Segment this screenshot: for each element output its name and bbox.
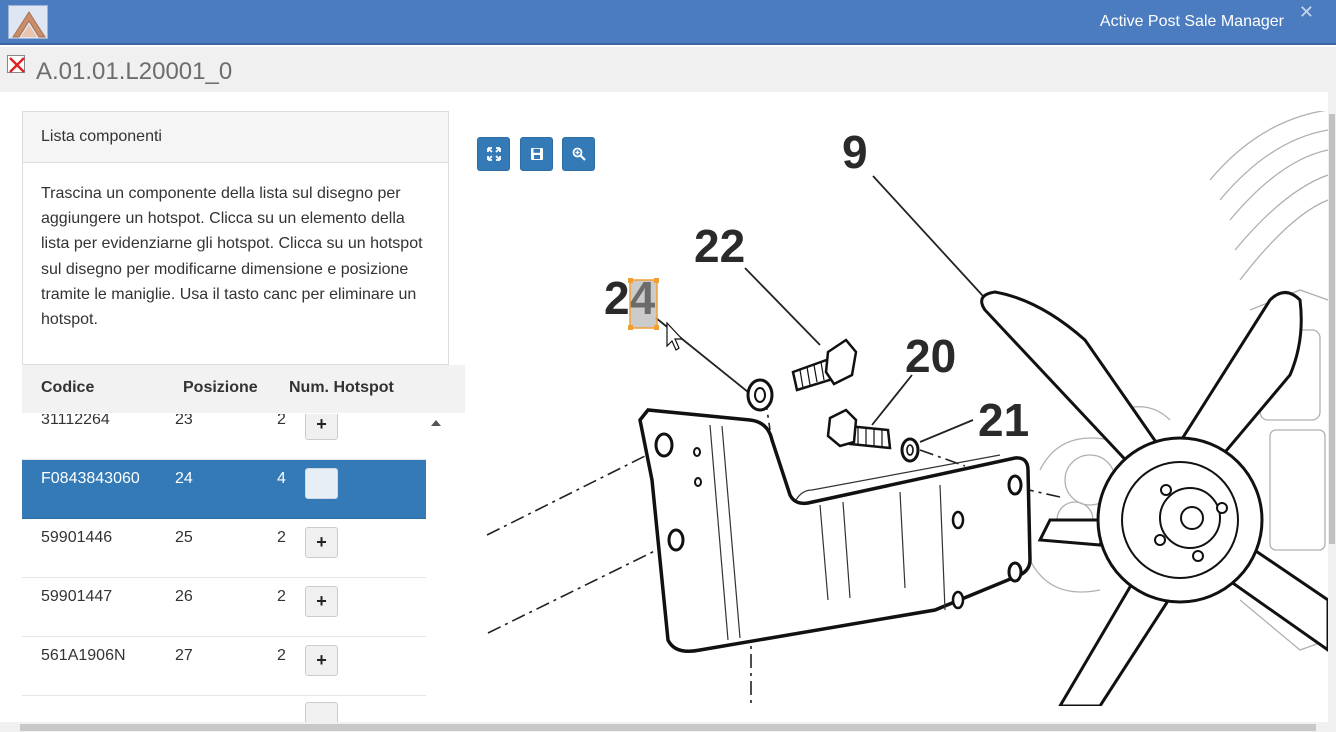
table-row-partial[interactable] bbox=[22, 696, 426, 724]
table-row[interactable]: 59901447 26 2 + bbox=[22, 578, 426, 637]
scroll-up-arrow-icon[interactable] bbox=[431, 420, 441, 426]
callout-20: 20 bbox=[905, 330, 956, 382]
table-row-selected[interactable]: F0843843060 24 4 + bbox=[22, 460, 426, 519]
row-position: 26 bbox=[175, 588, 193, 605]
row-code: 561A1906N bbox=[41, 647, 126, 664]
page-vertical-scrollbar[interactable] bbox=[1328, 92, 1336, 722]
bolt-22 bbox=[791, 338, 858, 392]
add-hotspot-button[interactable]: + bbox=[305, 645, 338, 676]
document-bar: A.01.01.L20001_0 bbox=[0, 47, 1336, 92]
fan-9 bbox=[980, 290, 1328, 706]
column-header-codice[interactable]: Codice bbox=[41, 379, 94, 397]
row-position: 23 bbox=[175, 414, 193, 428]
bracket-part bbox=[638, 408, 1032, 653]
bolt-20 bbox=[826, 408, 892, 450]
page-horizontal-scrollbar[interactable] bbox=[0, 722, 1336, 732]
column-header-num-hotspot[interactable]: Num. Hotspot bbox=[289, 379, 394, 397]
row-hotspots: 2 bbox=[277, 588, 286, 605]
scrollbar-thumb[interactable] bbox=[1329, 114, 1335, 544]
add-hotspot-button[interactable]: + bbox=[305, 468, 338, 499]
table-header: Codice Posizione Num. Hotspot bbox=[22, 365, 465, 413]
row-position: 24 bbox=[175, 470, 193, 487]
app-title: Active Post Sale Manager bbox=[1099, 13, 1284, 30]
close-document-icon[interactable] bbox=[7, 55, 25, 73]
table-row[interactable]: 59901446 25 2 + bbox=[22, 519, 426, 578]
document-title: A.01.01.L20001_0 bbox=[36, 58, 233, 85]
exploded-drawing[interactable]: 9 22 24 20 21 bbox=[477, 111, 1328, 706]
app-titlebar: Active Post Sale Manager ✕ bbox=[0, 0, 1336, 45]
components-table[interactable]: 31112264 23 2 + F0843843060 24 4 + 59901… bbox=[22, 414, 426, 724]
row-code: 59901447 bbox=[41, 588, 113, 605]
add-hotspot-button[interactable]: + bbox=[305, 586, 338, 617]
callout-22: 22 bbox=[694, 220, 745, 272]
mouse-cursor-icon bbox=[666, 321, 684, 351]
drawing-canvas: 9 22 24 20 21 bbox=[486, 111, 1328, 706]
row-code: F0843843060 bbox=[41, 470, 140, 487]
column-header-posizione[interactable]: Posizione bbox=[183, 379, 258, 397]
row-code: 31112264 bbox=[41, 414, 110, 428]
callout-9: 9 bbox=[842, 126, 868, 178]
window-close-icon[interactable]: ✕ bbox=[1299, 2, 1314, 23]
row-hotspots: 2 bbox=[277, 529, 286, 546]
row-hotspots: 2 bbox=[277, 647, 286, 664]
add-hotspot-button[interactable]: + bbox=[305, 527, 338, 558]
panel-instructions: Trascina un componente della lista sul d… bbox=[41, 185, 423, 329]
components-panel: Lista componenti Trascina un componente … bbox=[22, 111, 449, 365]
scrollbar-thumb[interactable] bbox=[20, 724, 1316, 731]
app-logo bbox=[8, 5, 48, 39]
table-row[interactable]: 561A1906N 27 2 + bbox=[22, 637, 426, 696]
row-hotspots: 2 bbox=[277, 414, 286, 428]
row-position: 27 bbox=[175, 647, 193, 664]
add-hotspot-button[interactable]: + bbox=[305, 414, 338, 440]
table-row[interactable]: 31112264 23 2 + bbox=[22, 414, 426, 460]
callout-21: 21 bbox=[978, 394, 1029, 446]
row-position: 25 bbox=[175, 529, 193, 546]
row-code: 59901446 bbox=[41, 529, 113, 546]
main-content: Lista componenti Trascina un componente … bbox=[0, 92, 1328, 724]
table-scrollbar[interactable] bbox=[426, 414, 446, 724]
row-hotspots: 4 bbox=[277, 470, 286, 487]
hotspot-selected[interactable] bbox=[628, 278, 659, 330]
panel-heading: Lista componenti bbox=[23, 112, 448, 163]
add-hotspot-button[interactable] bbox=[305, 702, 338, 724]
